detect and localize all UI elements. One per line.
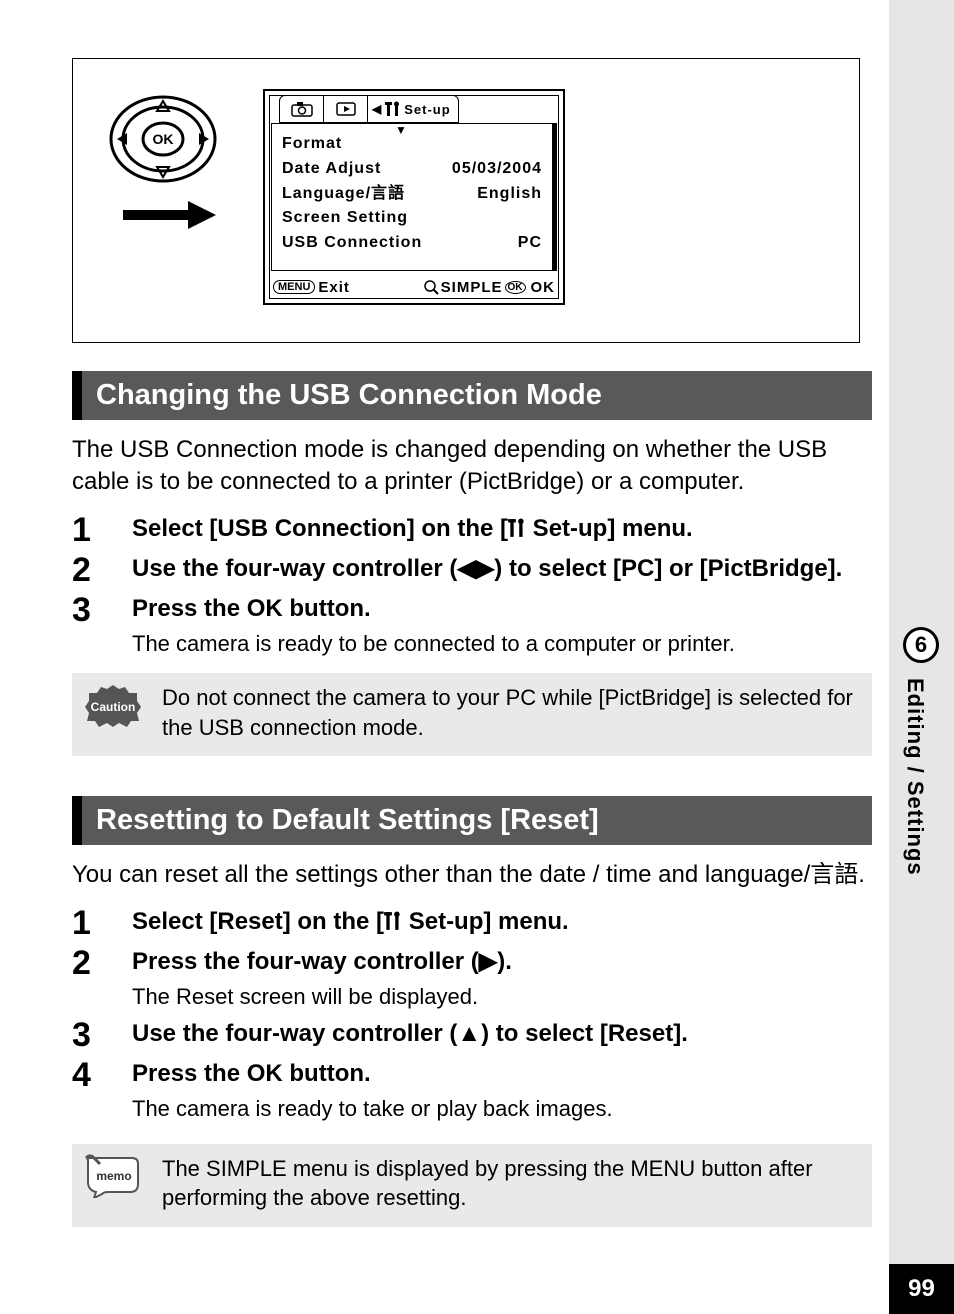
step-subtext: The Reset screen will be displayed. [132,982,872,1012]
step-title: Press the four-way controller (▶). [132,946,872,978]
svg-text:memo: memo [96,1169,131,1183]
step-number: 2 [72,946,132,980]
dpad-icon: OK [103,89,223,189]
tools-icon [508,518,526,538]
section-intro: The USB Connection mode is changed depen… [72,434,872,499]
step-1: 1 Select [USB Connection] on the [ Set-u… [72,513,872,547]
caution-text: Do not connect the camera to your PC whi… [162,683,858,742]
step-3: 3 Use the four-way controller (▲) to sel… [72,1018,872,1052]
step-title-post: Set-up] menu. [402,908,569,935]
tools-icon [385,101,401,117]
step-3: 3 Press the OK button. The camera is rea… [72,593,872,659]
menu-item-label: Language/言語 [282,182,405,207]
chapter-label: Editing / Settings [902,678,928,876]
intro-lang-glyph: 言語 [810,861,858,888]
svg-text:OK: OK [153,131,174,147]
step-2: 2 Use the four-way controller (◀▶) to se… [72,553,872,587]
lcd-footer: MENU Exit SIMPLE OK OK [273,275,555,299]
lcd-tabs: ◀ Set-up [279,95,459,123]
step-number: 1 [72,513,132,547]
step-number: 3 [72,593,132,627]
step-title-pre: Select [USB Connection] on the [ [132,515,508,542]
page-number-box: 99 [889,1264,954,1314]
intro-end: . [858,861,865,888]
menu-pill: MENU [273,280,315,294]
step-number: 3 [72,1018,132,1052]
menu-item-value: 05/03/2004 [452,157,542,182]
step-title: Select [Reset] on the [ Set-up] menu. [132,906,872,938]
menu-item-value: English [477,182,542,207]
step-title: Select [USB Connection] on the [ Set-up]… [132,513,872,545]
step-subtext: The camera is ready to take or play back… [132,1094,872,1124]
tools-icon [384,911,402,931]
menu-item-label: USB Connection [282,231,422,256]
section-intro: You can reset all the settings other tha… [72,859,872,891]
step-title-post: Set-up] menu. [526,515,693,542]
chapter-number-badge: 6 [903,627,939,663]
step-title: Press the OK button. [132,593,872,625]
section-heading: Resetting to Default Settings [Reset] [72,796,872,845]
section-heading: Changing the USB Connection Mode [72,371,872,420]
step-title-pre: Select [Reset] on the [ [132,908,384,935]
step-title: Use the four-way controller (◀▶) to sele… [132,553,872,585]
intro-text: You can reset all the settings other tha… [72,861,810,888]
menu-item-label: Format [282,132,342,157]
steps-list: 1 Select [USB Connection] on the [ Set-u… [72,513,872,659]
magnify-icon [423,279,439,295]
lcd-tab-label: Set-up [404,102,450,117]
step-2: 2 Press the four-way controller (▶). The… [72,946,872,1012]
svg-text:Caution: Caution [91,700,136,714]
setup-tab: ◀ Set-up [368,96,458,122]
steps-list: 1 Select [Reset] on the [ Set-up] menu. … [72,906,872,1124]
ok-pill-icon: OK [505,281,526,294]
caution-note: Caution Do not connect the camera to you… [72,673,872,756]
ok-label: OK [531,279,556,296]
page-number: 99 [908,1275,935,1303]
step-number: 2 [72,553,132,587]
menu-item-value: PC [518,231,542,256]
arrow-right-icon [103,195,233,240]
step-number: 4 [72,1058,132,1092]
step-subtext: The camera is ready to be connected to a… [132,629,872,659]
illustration-box: OK [72,58,860,343]
simple-label: SIMPLE [441,279,503,296]
memo-icon: memo [82,1154,144,1198]
lcd-menu-body: Format Date Adjust 05/03/2004 Language/言語… [271,123,557,271]
lcd-screen: ◀ Set-up ▼ Format Date Adjust05/03/2004 … [263,89,565,305]
chapter-number: 6 [915,632,927,658]
step-number: 1 [72,906,132,940]
step-4: 4 Press the OK button. The camera is rea… [72,1058,872,1124]
camera-tab-icon [280,96,324,122]
step-title: Press the OK button. [132,1058,872,1090]
step-1: 1 Select [Reset] on the [ Set-up] menu. [72,906,872,940]
menu-item-label: Date Adjust [282,157,381,182]
exit-label: Exit [318,279,350,296]
play-tab-icon [324,96,368,122]
menu-item-label: Screen Setting [282,206,408,231]
memo-note: memo The SIMPLE menu is displayed by pre… [72,1144,872,1227]
memo-text: The SIMPLE menu is displayed by pressing… [162,1154,858,1213]
caution-icon: Caution [82,683,144,729]
step-title: Use the four-way controller (▲) to selec… [132,1018,872,1050]
